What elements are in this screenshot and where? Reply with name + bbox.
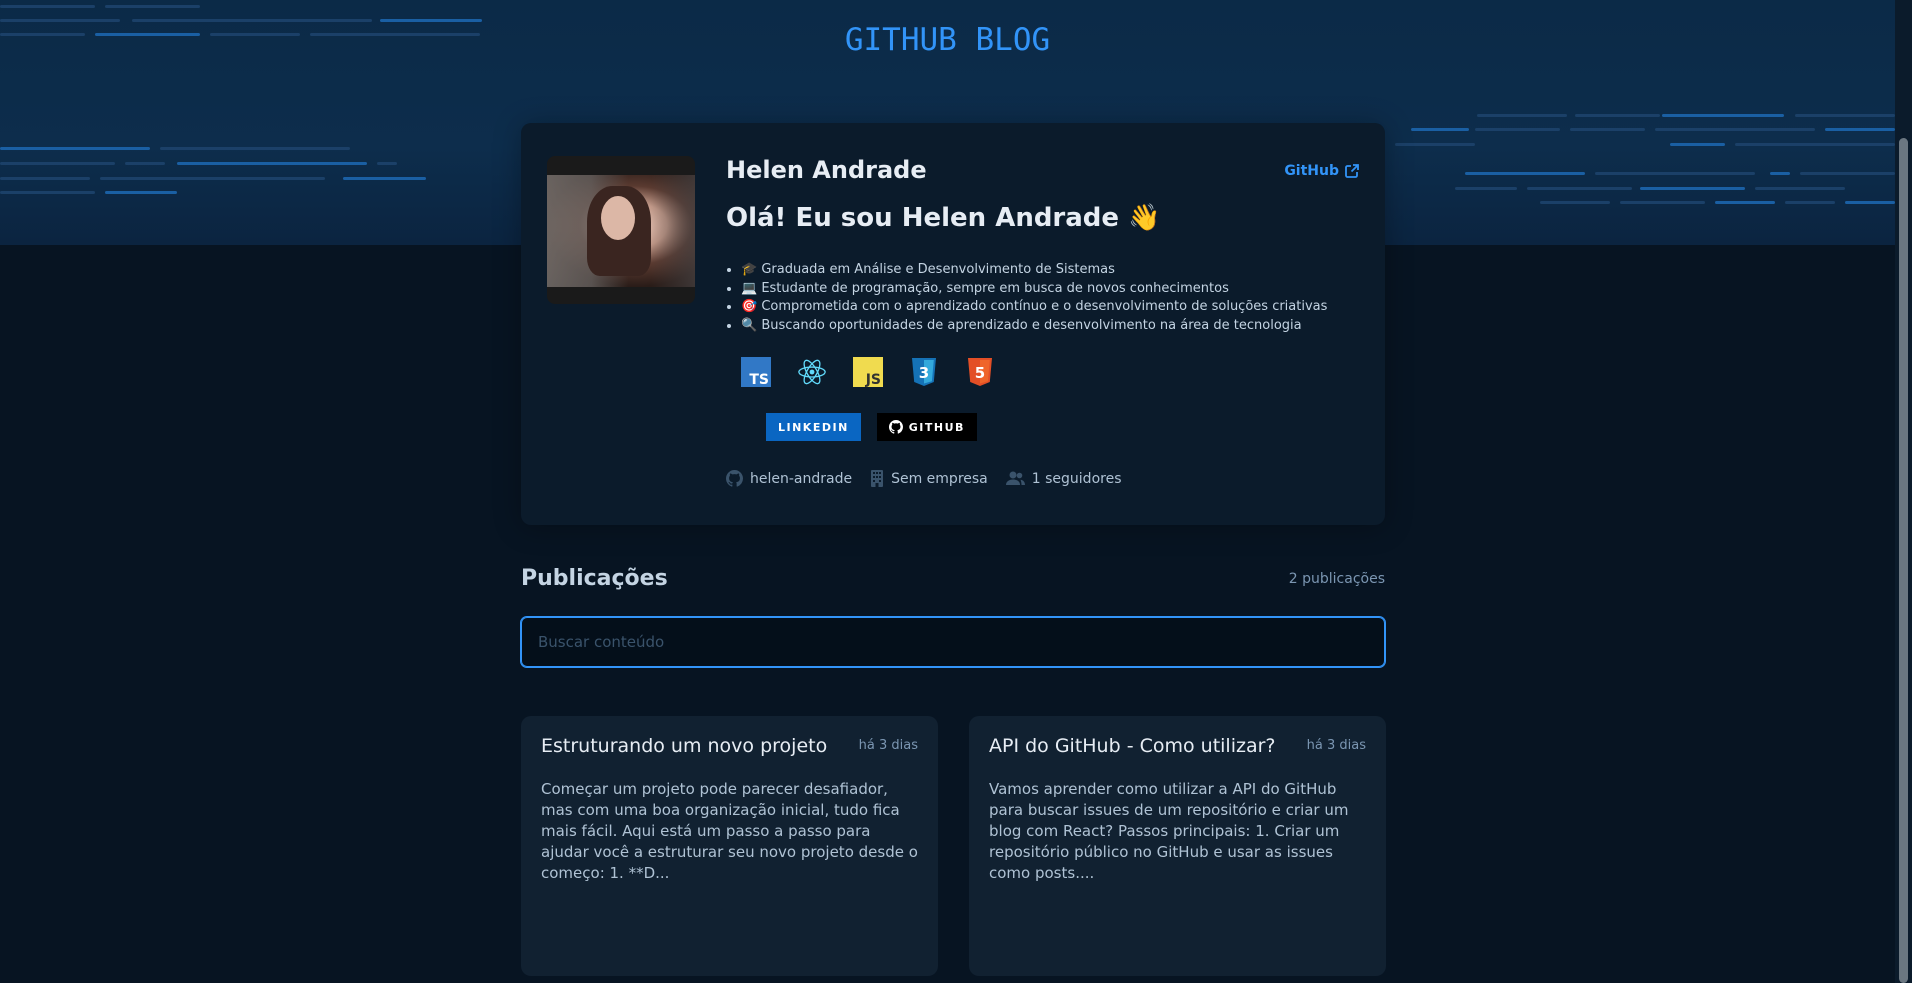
bio-item: 🎯 Comprometida com o aprendizado contínu… xyxy=(741,298,1327,317)
greeting-heading: Olá! Eu sou Helen Andrade 👋 xyxy=(726,203,1161,233)
decor-line xyxy=(1477,114,1567,117)
decor-line xyxy=(125,162,165,165)
react-icon xyxy=(797,357,827,387)
post-excerpt: Começar um projeto pode parecer desafiad… xyxy=(541,780,918,882)
post-excerpt: Vamos aprender como utilizar a API do Gi… xyxy=(989,780,1349,882)
decor-line xyxy=(1785,201,1835,204)
decor-line xyxy=(1825,128,1895,131)
decor-line xyxy=(160,147,350,150)
post-title: Estruturando um novo projeto xyxy=(541,735,828,757)
decor-line xyxy=(1570,128,1645,131)
search-input[interactable] xyxy=(520,616,1386,668)
decor-line xyxy=(0,162,115,165)
social-badges: LINKEDIN GITHUB xyxy=(766,413,977,441)
typescript-icon: TS xyxy=(741,357,771,387)
post-card[interactable]: API do GitHub - Como utilizar? há 3 dias… xyxy=(969,716,1386,976)
profile-name: Helen Andrade xyxy=(726,156,927,184)
page-title: GITHUB BLOG xyxy=(844,22,1051,58)
bio-item: 🎓 Graduada em Análise e Desenvolvimento … xyxy=(741,261,1327,280)
decor-line xyxy=(1795,114,1895,117)
decor-line xyxy=(1755,187,1845,190)
github-badge-label: GITHUB xyxy=(908,420,965,434)
post-title: API do GitHub - Como utilizar? xyxy=(989,735,1276,757)
decor-line xyxy=(1735,143,1895,146)
post-card[interactable]: Estruturando um novo projeto há 3 dias C… xyxy=(521,716,938,976)
bio-item: 🔍 Buscando oportunidades de aprendizado … xyxy=(741,317,1327,336)
decor-line xyxy=(377,162,397,165)
user-group-icon xyxy=(1005,471,1025,485)
followers-info: 1 seguidores xyxy=(1005,470,1122,487)
decor-line xyxy=(1465,172,1585,175)
decor-line xyxy=(1595,172,1755,175)
followers-text: 1 seguidores xyxy=(1031,470,1122,487)
avatar-face xyxy=(601,196,635,240)
bio-item: 💻 Estudante de programação, sempre em bu… xyxy=(741,280,1327,299)
post-date: há 3 dias xyxy=(858,738,918,753)
decor-line xyxy=(100,177,325,180)
decor-line xyxy=(1670,143,1725,146)
decor-line xyxy=(105,191,177,194)
scrollbar-thumb[interactable] xyxy=(1899,138,1908,983)
github-link-label: GitHub xyxy=(1284,163,1339,179)
decor-line xyxy=(1395,143,1475,146)
decor-line xyxy=(0,177,90,180)
decor-line xyxy=(0,5,95,8)
javascript-icon-label: JS xyxy=(865,372,881,387)
publications-heading: Publicações xyxy=(521,566,668,591)
github-profile-link[interactable]: GitHub xyxy=(1284,163,1359,179)
decor-line xyxy=(1527,187,1632,190)
decor-line xyxy=(1575,114,1660,117)
profile-meta: helen-andrade Sem empresa 1 seguidores xyxy=(726,470,1122,487)
decor-line xyxy=(0,191,95,194)
linkedin-button[interactable]: LINKEDIN xyxy=(766,413,861,441)
company-text: Sem empresa xyxy=(891,470,988,487)
publications-count: 2 publicações xyxy=(1288,571,1385,587)
decor-line xyxy=(1800,172,1895,175)
linkedin-label: LINKEDIN xyxy=(778,420,849,434)
decor-line xyxy=(1662,114,1784,117)
bio-list: 🎓 Graduada em Análise e Desenvolvimento … xyxy=(741,261,1327,335)
css3-icon-label: 3 xyxy=(919,364,929,382)
javascript-icon: JS xyxy=(853,357,883,387)
decor-line xyxy=(1845,201,1895,204)
decor-line xyxy=(177,162,367,165)
typescript-icon-label: TS xyxy=(749,372,769,387)
post-date: há 3 dias xyxy=(1306,738,1366,753)
decor-line xyxy=(1620,201,1705,204)
decor-line xyxy=(1770,172,1790,175)
avatar xyxy=(547,156,695,304)
decor-line xyxy=(1411,128,1469,131)
decor-line xyxy=(105,5,200,8)
decor-line xyxy=(1715,201,1775,204)
username-text: helen-andrade xyxy=(750,470,853,487)
profile-card: Helen Andrade GitHub Olá! Eu sou Helen A… xyxy=(521,123,1385,525)
github-icon xyxy=(726,470,743,487)
css3-icon: 3 xyxy=(909,357,939,387)
decor-line xyxy=(1475,128,1560,131)
building-icon xyxy=(871,470,884,487)
html5-icon: 5 xyxy=(965,357,995,387)
external-link-icon xyxy=(1345,164,1359,178)
html5-icon-label: 5 xyxy=(975,364,985,382)
decor-line xyxy=(343,177,426,180)
github-button[interactable]: GITHUB xyxy=(876,413,977,441)
username-info: helen-andrade xyxy=(726,470,852,487)
company-info: Sem empresa xyxy=(870,470,988,487)
decor-line xyxy=(1640,187,1745,190)
decor-line xyxy=(0,147,150,150)
page-scrollbar[interactable] xyxy=(1895,0,1912,983)
github-icon xyxy=(888,420,903,434)
tech-stack: TS JS 3 5 xyxy=(741,357,995,387)
decor-line xyxy=(1540,201,1610,204)
decor-line xyxy=(1655,128,1815,131)
decor-line xyxy=(1455,187,1517,190)
